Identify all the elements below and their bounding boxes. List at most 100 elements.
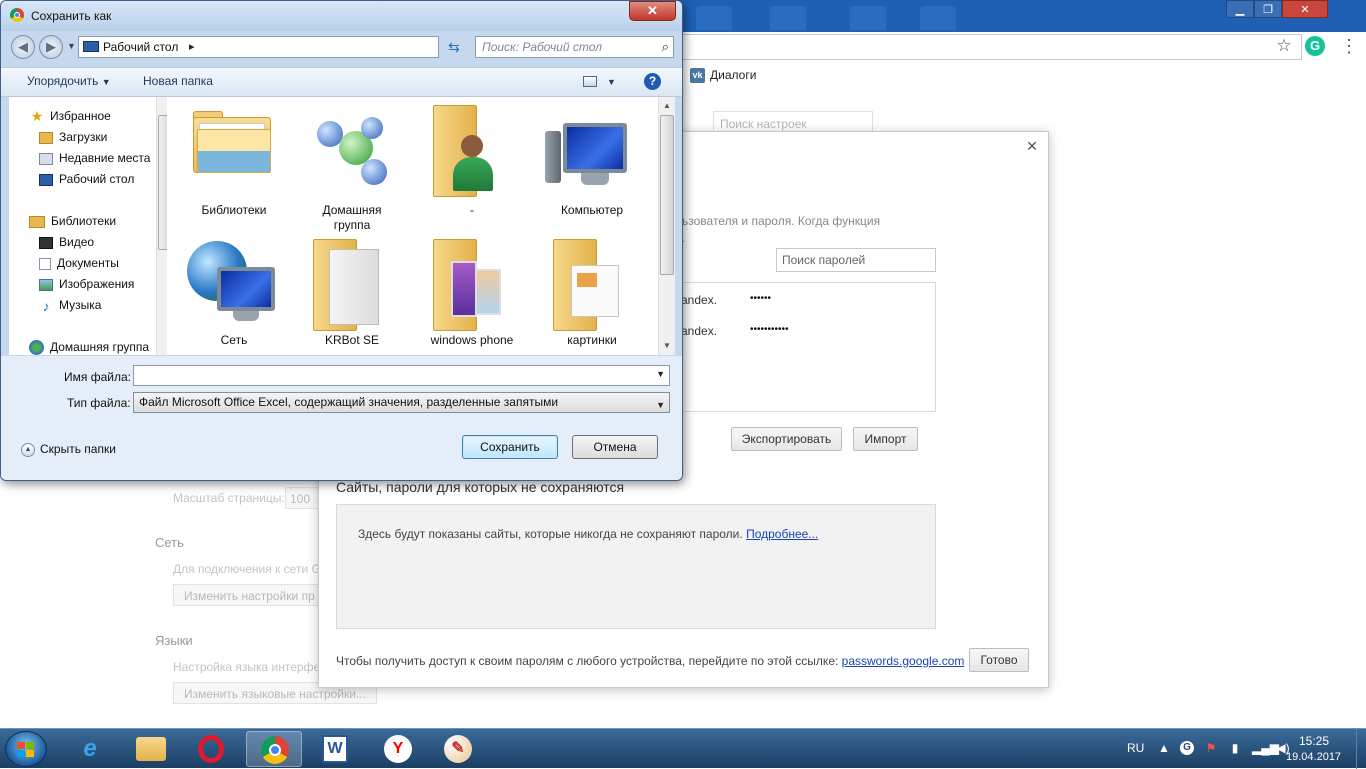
close-icon[interactable]: ✕: [1024, 138, 1040, 154]
file-item-computer[interactable]: Компьютер: [537, 105, 647, 225]
clock-time[interactable]: 15:25: [1299, 734, 1329, 748]
taskbar-chrome[interactable]: [246, 731, 302, 767]
opera-icon: [198, 735, 224, 763]
window-controls: ▁ ❐ ✕: [1226, 0, 1366, 18]
bookmark-star-icon[interactable]: ☆: [1274, 36, 1294, 56]
password-row-site[interactable]: andex.: [681, 293, 717, 309]
breadcrumb-arrow-icon[interactable]: ▸: [189, 40, 195, 53]
desktop-icon: [39, 173, 53, 186]
browser-tab[interactable]: [920, 6, 956, 30]
language-indicator[interactable]: RU: [1127, 741, 1144, 755]
bookmark-dialogs[interactable]: vk Диалоги: [690, 66, 756, 84]
taskbar-yandex[interactable]: Y: [370, 731, 426, 767]
show-desktop-button[interactable]: [1356, 729, 1366, 769]
grammarly-icon[interactable]: G: [1305, 36, 1325, 56]
close-window-icon[interactable]: ✕: [1282, 0, 1328, 18]
nav-item-downloads[interactable]: Загрузки: [39, 128, 107, 146]
file-item-krbot[interactable]: KRBot SE: [297, 237, 407, 357]
nav-item-video[interactable]: Видео: [39, 233, 94, 251]
chevron-down-icon[interactable]: ▼: [607, 77, 616, 87]
search-placeholder: Поиск: Рабочий стол: [482, 40, 602, 54]
computer-icon: [563, 123, 627, 173]
network-settings-button[interactable]: Изменить настройки пр: [173, 584, 319, 606]
password-row-value: ••••••: [750, 293, 772, 304]
back-icon[interactable]: ◀: [11, 35, 35, 59]
show-hidden-icons[interactable]: ▲: [1157, 741, 1171, 755]
organize-button[interactable]: Упорядочить ▼: [27, 74, 111, 88]
dialog-titlebar[interactable]: Сохранить как ✕: [1, 1, 682, 31]
cancel-button[interactable]: Отмена: [572, 435, 658, 459]
nav-item-documents[interactable]: Документы: [39, 254, 119, 272]
flag-icon[interactable]: ⚑: [1204, 741, 1218, 755]
password-search-input[interactable]: Поиск паролей: [776, 248, 936, 272]
scroll-down-icon[interactable]: ▼: [659, 339, 675, 353]
browser-tab[interactable]: [770, 6, 806, 30]
done-button[interactable]: Готово: [969, 648, 1029, 672]
device-icon[interactable]: ▮: [1228, 741, 1242, 755]
document-icon: [39, 257, 51, 270]
scrollbar-thumb[interactable]: [660, 115, 674, 275]
nav-item-libraries[interactable]: Библиотеки: [29, 212, 116, 230]
chrome-menu-icon[interactable]: ⋮: [1340, 36, 1358, 56]
passwords-google-link[interactable]: passwords.google.com: [842, 654, 965, 668]
passwords-footer: Чтобы получить доступ к своим паролям с …: [336, 654, 965, 668]
nav-item-recent[interactable]: Недавние места: [39, 149, 150, 167]
homegroup-icon: [29, 340, 44, 356]
forward-icon[interactable]: ▶: [39, 35, 63, 59]
close-icon[interactable]: ✕: [629, 1, 676, 21]
nav-item-music[interactable]: ♪ Музыка: [39, 296, 102, 314]
browser-tab[interactable]: [696, 6, 732, 30]
nav-item-images[interactable]: Изображения: [39, 275, 134, 293]
file-item-libraries[interactable]: Библиотеки: [179, 105, 289, 225]
files-view: Библиотеки Домашняя группа - Компьютер С…: [167, 97, 675, 355]
folder-icon: [39, 131, 53, 144]
taskbar-ie[interactable]: e: [62, 731, 118, 767]
omnibox[interactable]: [682, 34, 1302, 60]
filename-input[interactable]: ▼: [133, 365, 670, 386]
file-item-user[interactable]: -: [417, 105, 527, 225]
taskbar-paint[interactable]: ✎: [430, 731, 486, 767]
chevron-down-icon[interactable]: ▼: [656, 396, 665, 415]
network-signal-icon[interactable]: ▂▄▆: [1252, 741, 1279, 755]
taskbar-explorer[interactable]: [122, 731, 178, 767]
file-item-network[interactable]: Сеть: [179, 237, 289, 357]
clock-date[interactable]: 19.04.2017: [1286, 751, 1341, 763]
nav-item-favorites[interactable]: ★ Избранное: [29, 107, 111, 125]
word-icon: W: [322, 735, 348, 763]
address-text[interactable]: Рабочий стол: [103, 40, 178, 54]
chevron-down-icon[interactable]: ▼: [656, 369, 665, 379]
new-folder-button[interactable]: Новая папка: [143, 74, 213, 88]
grammarly-tray-icon[interactable]: G: [1180, 741, 1194, 755]
nav-item-desktop[interactable]: Рабочий стол: [39, 170, 134, 188]
view-icon[interactable]: [583, 76, 597, 87]
file-item-homegroup[interactable]: Домашняя группа: [297, 105, 407, 232]
desktop-icon: [83, 41, 99, 52]
recent-locations-icon[interactable]: ▼: [67, 41, 76, 51]
taskbar-opera[interactable]: [184, 731, 240, 767]
file-item-pictures[interactable]: картинки: [537, 237, 647, 357]
password-row-site[interactable]: andex.: [681, 324, 717, 340]
filetype-select[interactable]: Файл Microsoft Office Excel, содержащий …: [133, 392, 670, 413]
minimize-icon[interactable]: ▁: [1226, 0, 1254, 18]
refresh-icon[interactable]: ⇆: [443, 36, 465, 58]
zoom-select[interactable]: 100: [285, 487, 319, 509]
browser-tab[interactable]: [850, 6, 886, 30]
search-input[interactable]: Поиск: Рабочий стол ⌕: [475, 36, 674, 58]
save-button[interactable]: Сохранить: [462, 435, 558, 459]
hide-folders-button[interactable]: ▲ Скрыть папки: [21, 442, 116, 457]
export-button[interactable]: Экспортировать: [731, 427, 842, 451]
restore-icon[interactable]: ❐: [1254, 0, 1282, 18]
dialog-toolbar: Упорядочить ▼ Новая папка ▼ ?: [1, 67, 682, 97]
scroll-up-icon[interactable]: ▲: [659, 99, 675, 113]
nav-item-homegroup[interactable]: Домашняя группа: [29, 338, 149, 356]
help-icon[interactable]: ?: [644, 73, 661, 90]
file-item-winphone[interactable]: windows phone: [417, 237, 527, 357]
address-bar[interactable]: Рабочий стол ▸ ▼: [78, 36, 511, 58]
import-button[interactable]: Импорт: [853, 427, 918, 451]
taskbar-word[interactable]: W: [308, 731, 364, 767]
files-scrollbar[interactable]: ▲ ▼: [658, 97, 675, 355]
learn-more-link[interactable]: Подробнее...: [746, 527, 818, 541]
homegroup-label: Домашняя группа: [322, 203, 382, 232]
start-button[interactable]: [5, 731, 47, 767]
ie-icon: e: [83, 735, 97, 762]
